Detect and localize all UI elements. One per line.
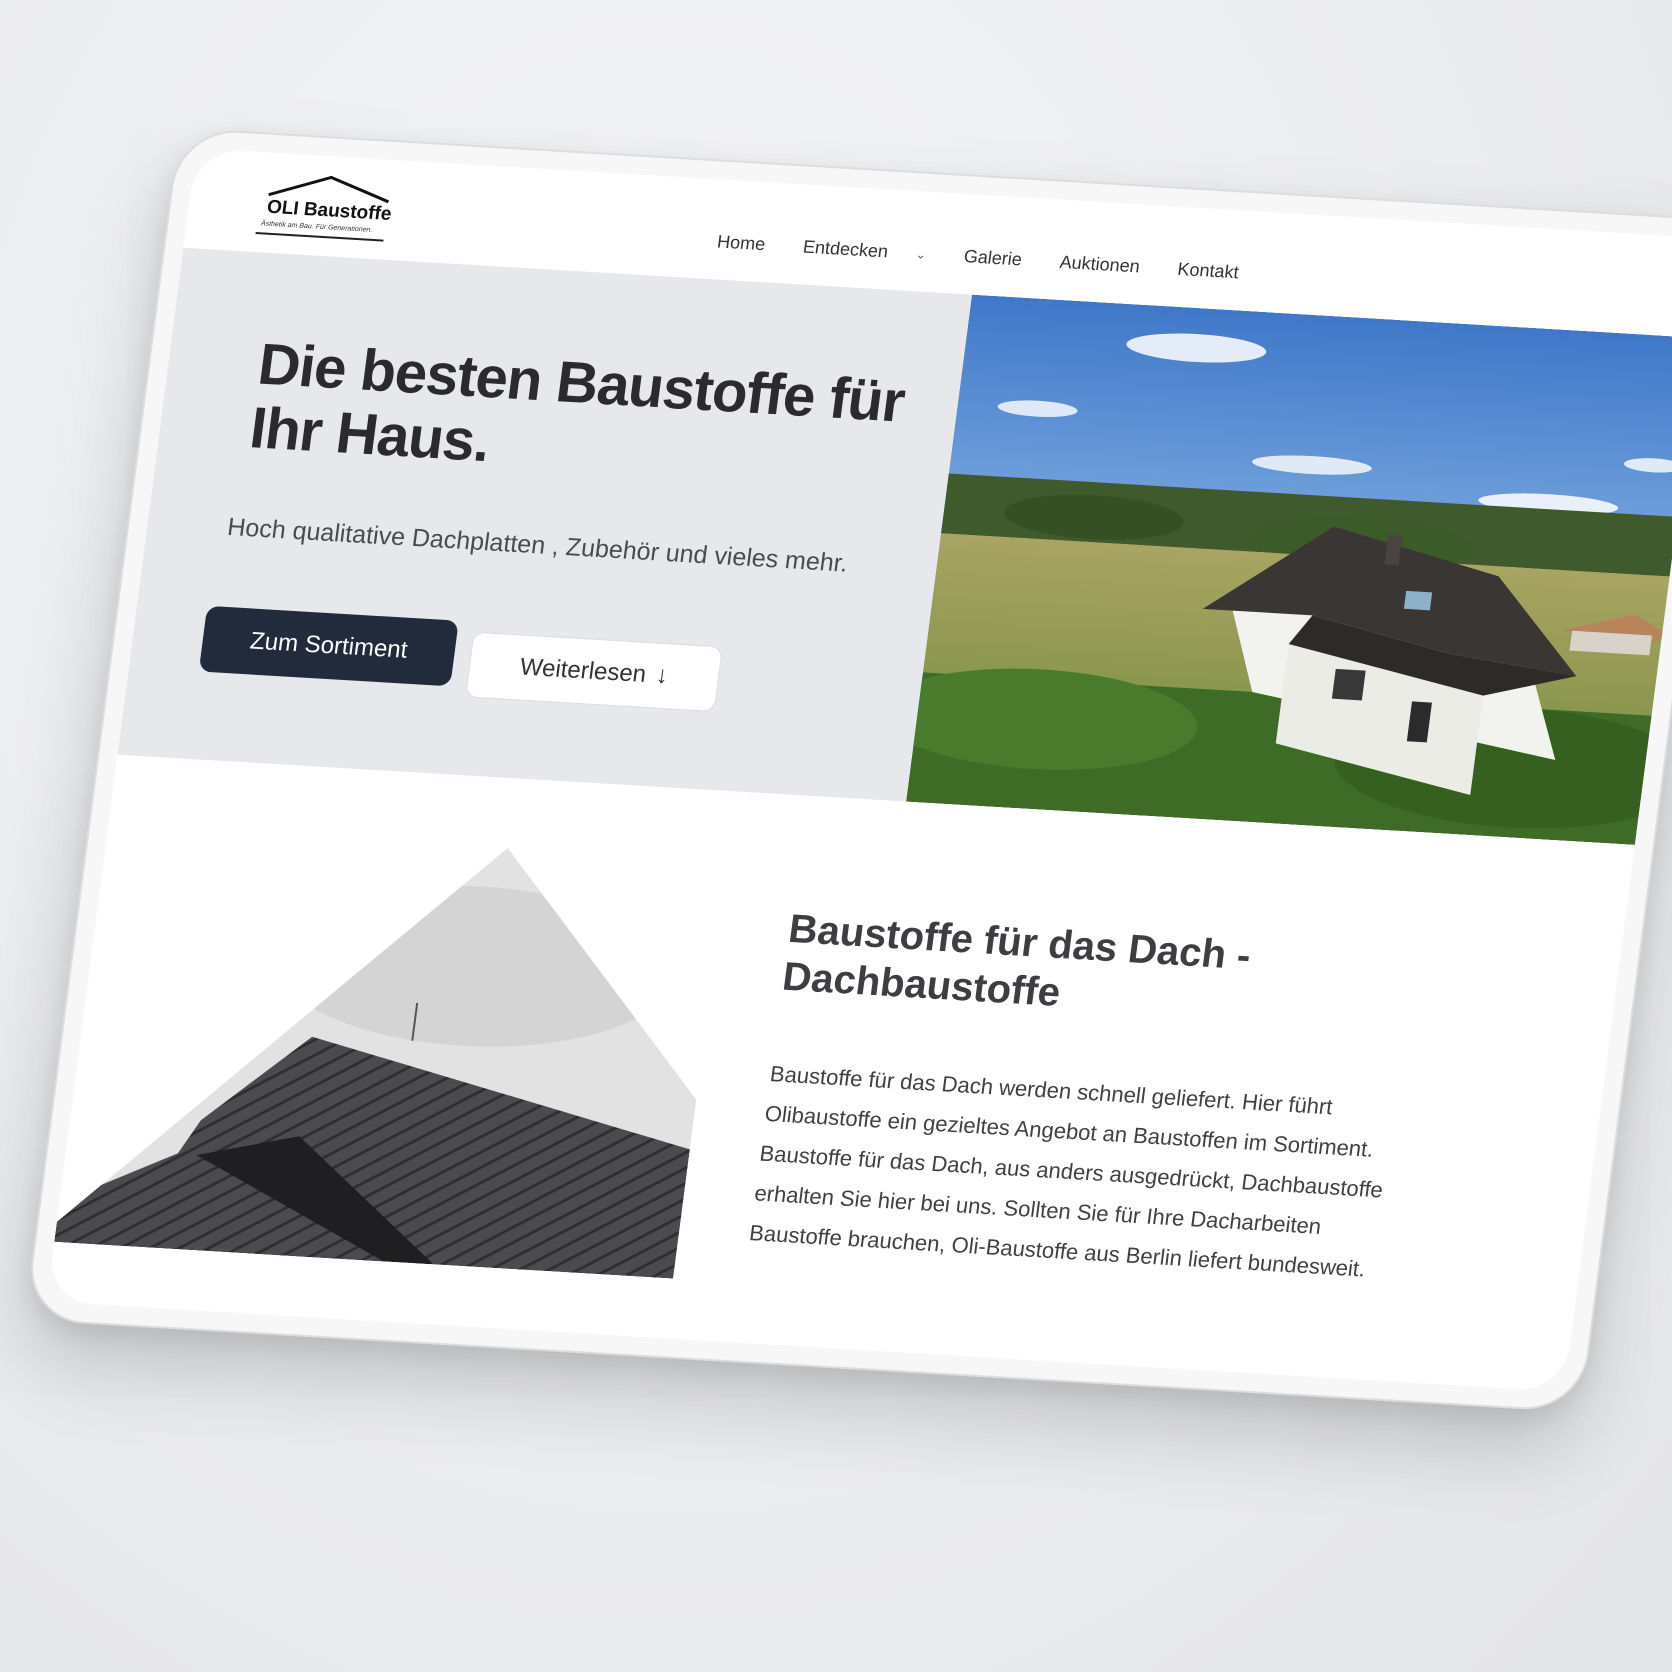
nav-kontakt-label: Kontakt [1176,258,1240,283]
zum-sortiment-button[interactable]: Zum Sortiment [198,605,459,687]
nav-home-label: Home [715,231,767,255]
nav-kontakt[interactable]: Kontakt [1176,259,1240,283]
roof-triangle-image [54,824,728,1279]
hero-section: Die besten Baustoffe für Ihr Haus. Hoch … [117,247,1672,845]
arrow-down-icon: ↓ [654,661,670,690]
section-body: Baustoffe für das Dach werden schnell ge… [747,1061,1385,1282]
tablet-frame: OLI Baustoffe Ästhetik am Bau. Für Gener… [23,127,1672,1413]
hero-subtitle: Hoch qualitative Dachplatten , Zubehör u… [225,512,850,578]
nav-entdecken[interactable]: Entdecken ⌄ [802,237,928,265]
section-title: Baustoffe für das Dach - Dachbaustoffe [779,907,1254,1015]
weiterlesen-label: Weiterlesen [518,653,648,688]
dachbaustoffe-section: Baustoffe für das Dach - Dachbaustoffe B… [46,754,1635,1392]
metal-roof-illustration [54,824,728,1279]
website-screen: OLI Baustoffe Ästhetik am Bau. Für Gener… [46,148,1672,1392]
stage: OLI Baustoffe Ästhetik am Bau. Für Gener… [0,0,1672,1672]
hero-title: Die besten Baustoffe für Ihr Haus. [246,331,909,475]
zum-sortiment-label: Zum Sortiment [248,627,410,664]
weiterlesen-button[interactable]: Weiterlesen ↓ [464,631,724,713]
chevron-down-icon: ⌄ [915,246,927,262]
site-logo[interactable]: OLI Baustoffe Ästhetik am Bau. Für Gener… [255,170,404,248]
nav-auktionen[interactable]: Auktionen [1058,251,1142,278]
main-nav: Home Entdecken ⌄ Galerie Auktionen Konta… [716,231,1240,283]
nav-auktionen-label: Auktionen [1058,251,1142,277]
nav-galerie[interactable]: Galerie [963,246,1024,270]
nav-galerie-label: Galerie [962,246,1024,270]
nav-entdecken-label: Entdecken [801,236,890,262]
hero-house-image [906,294,1672,845]
house-photo-illustration [906,294,1672,845]
nav-home[interactable]: Home [716,231,767,255]
hero-text-panel: Die besten Baustoffe für Ihr Haus. Hoch … [117,247,972,802]
